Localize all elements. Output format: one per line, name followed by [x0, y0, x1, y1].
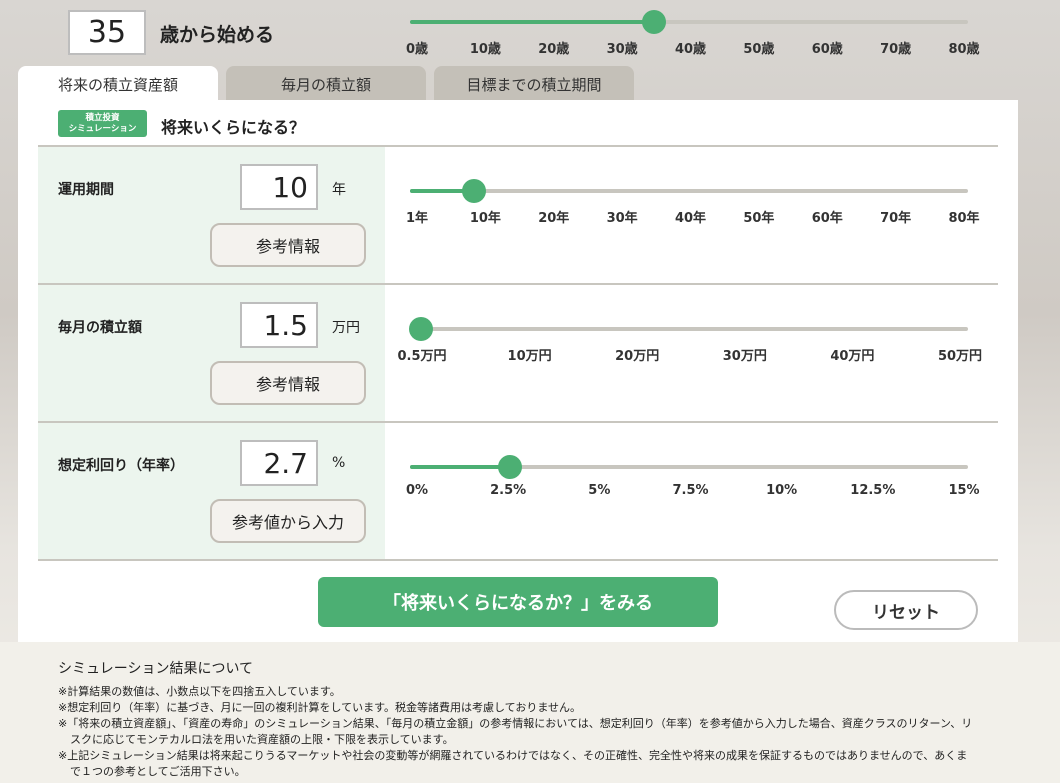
age-tick: 40歳: [674, 42, 707, 57]
row2-tick: 7.5%: [672, 483, 709, 498]
start-age-slider[interactable]: [410, 10, 968, 34]
row1-tick: 40万円: [830, 349, 875, 364]
row-period-label: 運用期間: [58, 182, 114, 198]
row2-tick: 10%: [766, 483, 798, 498]
reset-button[interactable]: リセット: [834, 590, 978, 630]
return-reference-button[interactable]: 参考値から入力: [210, 499, 366, 543]
slider-fill: [410, 20, 655, 24]
slider-thumb[interactable]: [642, 10, 667, 34]
slider-thumb[interactable]: [461, 179, 486, 203]
row1-tick: 0.5万円: [397, 349, 447, 364]
row2-tick: 5%: [588, 483, 611, 498]
monthly-reference-button[interactable]: 参考情報: [210, 361, 366, 405]
row2-tick: 0%: [405, 483, 429, 498]
age-tick: 70歳: [880, 42, 912, 57]
notes-section: シミュレーション結果について ※計算結果の数値は、小数点以下を四捨五入しています…: [0, 642, 1060, 783]
note-item: ※計算結果の数値は、小数点以下を四捨五入しています。: [58, 685, 341, 698]
row-return: 想定利回り（年率） 2.7 % 参考値から入力 0% 2.5% 5% 7.5% 10% 1…: [38, 423, 998, 559]
monthly-ticks: 0.5万円 10万円 20万円 30万円 40万円 50万円: [38, 345, 998, 364]
tab-future-assets[interactable]: 将来の積立資産額: [18, 66, 218, 102]
period-reference-button[interactable]: 参考情報: [210, 223, 366, 267]
row-monthly-label: 毎月の積立額: [58, 320, 142, 336]
row0-tick: 30年: [606, 211, 638, 226]
row1-tick: 10万円: [507, 349, 552, 364]
simulation-badge: 積立投資 シミュレーション: [58, 110, 147, 137]
monthly-unit: 万円: [332, 320, 360, 336]
badge-line-1: 積立投資: [85, 112, 120, 123]
row-period: 運用期間 10 年 参考情報 1年 10年 20年 30年 40年 50年 60年 70年 80…: [38, 147, 998, 283]
row-return-label: 想定利回り（年率）: [58, 458, 184, 474]
age-tick: 80歳: [948, 42, 980, 57]
monthly-input[interactable]: 1.5: [240, 302, 318, 348]
divider: [38, 559, 998, 561]
simulate-button[interactable]: 「将来いくらになるか？」をみる: [318, 577, 718, 627]
row0-tick: 1年: [405, 211, 429, 226]
period-input[interactable]: 10: [240, 164, 318, 210]
notes-list: ※計算結果の数値は、小数点以下を四捨五入しています。 ※想定利回り（年率）に基づ…: [58, 684, 978, 780]
period-slider[interactable]: [410, 179, 968, 203]
panel-title: 将来いくらになる？: [161, 118, 306, 137]
note-item: ※上記シミュレーション結果は将来起こりうるマーケットや社会の変動等が網羅されてい…: [58, 749, 968, 778]
age-tick: 20歳: [538, 42, 570, 57]
return-slider[interactable]: [410, 455, 968, 479]
slider-thumb[interactable]: [498, 455, 523, 479]
tab-period-to-goal[interactable]: 目標までの積立期間: [434, 66, 634, 102]
row2-tick: 15%: [948, 483, 980, 498]
row0-tick: 40年: [674, 211, 707, 226]
slider-thumb[interactable]: [409, 317, 434, 341]
note-item: ※「将来の積立資産額」、「資産の寿命」のシミュレーション結果、「毎月の積立金額」…: [58, 717, 973, 746]
row1-tick: 30万円: [722, 349, 767, 364]
age-tick: 50歳: [743, 42, 775, 57]
period-ticks: 1年 10年 20年 30年 40年 50年 60年 70年 80年: [38, 207, 998, 226]
row-monthly: 毎月の積立額 1.5 万円 参考情報 0.5万円 10万円 20万円 30万円 40万円…: [38, 285, 998, 421]
row0-tick: 10年: [469, 211, 501, 226]
return-unit: %: [332, 455, 346, 471]
row0-tick: 60年: [811, 211, 843, 226]
row0-tick: 70年: [880, 211, 912, 226]
row0-tick: 50年: [743, 211, 775, 226]
age-tick: 10歳: [469, 42, 501, 57]
simulation-panel: 積立投資 シミュレーション 将来いくらになる？ 運用期間 10 年 参考情報 1…: [18, 100, 1018, 645]
age-tick: 0歳: [405, 42, 429, 57]
slider-fill: [410, 465, 511, 469]
return-ticks: 0% 2.5% 5% 7.5% 10% 12.5% 15%: [38, 483, 998, 501]
row0-tick: 80年: [948, 211, 980, 226]
row1-tick: 20万円: [615, 349, 660, 364]
age-tick: 30歳: [606, 42, 638, 57]
note-item: ※想定利回り（年率）に基づき、月に一回の複利計算をしています。税金等諸費用は考慮…: [58, 701, 582, 714]
age-tick: 60歳: [811, 42, 843, 57]
start-age-ticks: 0歳 10歳 20歳 30歳 40歳 50歳 60歳 70歳 80歳: [0, 38, 1060, 57]
badge-line-2: シミュレーション: [68, 123, 137, 134]
tab-monthly-amount[interactable]: 毎月の積立額: [226, 66, 426, 102]
row2-tick: 2.5%: [490, 483, 527, 498]
row0-tick: 20年: [538, 211, 570, 226]
row2-tick: 12.5%: [850, 483, 896, 498]
row1-tick: 50万円: [937, 349, 983, 364]
return-input[interactable]: 2.7: [240, 440, 318, 486]
monthly-slider[interactable]: [409, 317, 968, 341]
period-unit: 年: [332, 182, 346, 198]
notes-title: シミュレーション結果について: [58, 661, 254, 677]
